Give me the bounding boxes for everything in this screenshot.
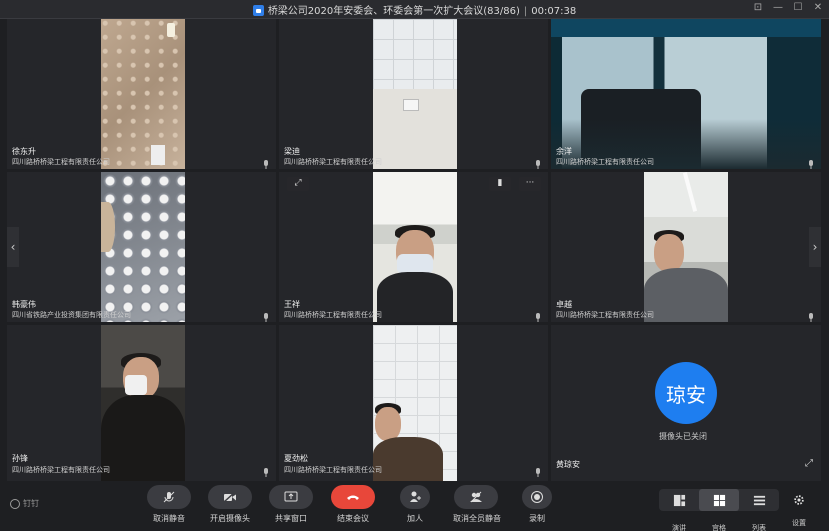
- speaker-layout-icon: [673, 494, 685, 506]
- share-window-button[interactable]: 共享窗口: [268, 485, 314, 524]
- mic-icon: [262, 308, 270, 322]
- participant-org: 四川路桥桥梁工程有限责任公司: [284, 466, 382, 474]
- expand-icon[interactable]: ⤢: [287, 177, 309, 191]
- participant-video: [101, 19, 185, 169]
- mic-icon: [534, 308, 542, 322]
- title-bar: 桥梁公司2020年安委会、环委会第一次扩大会议(83/86) | 00:07:38 …: [0, 0, 829, 19]
- participant-video: [551, 19, 821, 169]
- mic-muted-icon: [147, 485, 191, 509]
- grid-layout-label: 宫格: [712, 524, 726, 531]
- mic-icon: [807, 155, 815, 169]
- unmute-label: 取消静音: [153, 514, 185, 523]
- participant-name: 韩豪伟: [12, 300, 36, 309]
- participant-tile[interactable]: 徐东升 四川路桥桥梁工程有限责任公司: [7, 19, 276, 169]
- mic-icon: [534, 155, 542, 169]
- meeting-title-text: 桥梁公司2020年安委会、环委会第一次扩大会议(83/86): [267, 6, 520, 17]
- app-logo-text: 钉钉: [23, 499, 39, 508]
- mic-icon: [534, 463, 542, 477]
- add-people-button[interactable]: 加人: [392, 485, 438, 524]
- speaker-layout-label: 演讲: [672, 524, 686, 531]
- settings-label: 设置: [792, 519, 806, 527]
- meeting-toolbar: 钉钉 取消静音 开启摄像头 共享窗口 结束会议 加人 取消全员静音 录制 演讲 …: [0, 481, 829, 531]
- speaker-layout-button[interactable]: [659, 489, 699, 511]
- participant-org: 四川路桥桥梁工程有限责任公司: [12, 466, 110, 474]
- start-camera-label: 开启摄像头: [210, 514, 250, 523]
- window-controls: ⊡ — ☐ ✕: [753, 2, 823, 13]
- add-people-label: 加人: [407, 514, 423, 523]
- participant-name: 黄琼安: [556, 460, 580, 469]
- list-layout-button[interactable]: [739, 489, 779, 511]
- participant-tile[interactable]: 梁迪 四川路桥桥梁工程有限责任公司: [279, 19, 548, 169]
- participant-tile[interactable]: 卓越 四川路桥桥梁工程有限责任公司: [551, 172, 821, 322]
- camera-off-status: 摄像头已关闭: [659, 432, 707, 441]
- end-meeting-label: 结束会议: [337, 514, 369, 523]
- list-layout-label: 列表: [752, 524, 766, 531]
- participant-name: 余洋: [556, 147, 572, 156]
- mic-icon[interactable]: ▮: [489, 177, 511, 191]
- dingtalk-logo-icon: [10, 498, 20, 509]
- more-icon[interactable]: ···: [519, 177, 541, 191]
- participant-org: 四川路桥桥梁工程有限责任公司: [284, 158, 382, 166]
- mute-all-icon: [454, 485, 498, 509]
- lock-icon: [252, 5, 264, 16]
- mic-icon: [262, 155, 270, 169]
- participant-name: 卓越: [556, 300, 572, 309]
- share-window-label: 共享窗口: [275, 514, 307, 523]
- participant-video: [373, 19, 457, 169]
- unmute-all-label: 取消全员静音: [453, 514, 501, 523]
- close-icon[interactable]: ✕: [813, 2, 823, 13]
- participant-tile[interactable]: 余洋 四川路桥桥梁工程有限责任公司: [551, 19, 821, 169]
- participant-name: 王祥: [284, 300, 300, 309]
- participant-video: [373, 325, 457, 481]
- camera-off-icon: [208, 485, 252, 509]
- participant-org: 四川路桥桥梁工程有限责任公司: [12, 158, 110, 166]
- participant-name: 梁迪: [284, 147, 300, 156]
- mic-icon: [262, 463, 270, 477]
- participant-tile[interactable]: 夏劲松 四川路桥桥梁工程有限责任公司: [279, 325, 548, 481]
- unmute-all-button[interactable]: 取消全员静音: [453, 485, 501, 524]
- participant-org: 四川省铁路产业投资集团有限责任公司: [12, 311, 131, 319]
- hang-up-icon: [331, 485, 375, 509]
- participant-video: [101, 325, 185, 481]
- participant-org: 四川路桥桥梁工程有限责任公司: [556, 311, 654, 319]
- meeting-title: 桥梁公司2020年安委会、环委会第一次扩大会议(83/86) | 00:07:38: [0, 2, 829, 17]
- meeting-timer: 00:07:38: [531, 6, 577, 17]
- participant-name: 徐东升: [12, 147, 36, 156]
- participant-org: 四川路桥桥梁工程有限责任公司: [284, 311, 382, 319]
- grid-layout-button[interactable]: [699, 489, 739, 511]
- participant-tile[interactable]: 孙锋 四川路桥桥梁工程有限责任公司: [7, 325, 276, 481]
- participant-video: [644, 172, 728, 322]
- participant-video: [101, 172, 185, 322]
- share-screen-icon: [269, 485, 313, 509]
- participant-video: [373, 172, 457, 322]
- add-person-icon: [400, 485, 430, 509]
- layout-switcher: 演讲 宫格 列表: [659, 489, 779, 531]
- record-label: 录制: [529, 514, 545, 523]
- unmute-button[interactable]: 取消静音: [146, 485, 192, 524]
- participant-tile[interactable]: 琼安 摄像头已关闭 黄琼安 ⤢: [551, 325, 821, 481]
- participant-name: 夏劲松: [284, 454, 308, 463]
- settings-button[interactable]: 设置: [792, 491, 806, 528]
- participant-org: 四川路桥桥梁工程有限责任公司: [556, 158, 654, 166]
- participant-name: 孙锋: [12, 454, 28, 463]
- next-page-arrow[interactable]: ›: [809, 227, 821, 267]
- app-logo: 钉钉: [10, 498, 39, 509]
- participant-tile[interactable]: 韩豪伟 四川省铁路产业投资集团有限责任公司: [7, 172, 276, 322]
- list-layout-icon: [753, 495, 765, 505]
- participant-tile[interactable]: ⤢ ▮ ··· 王祥 四川路桥桥梁工程有限责任公司: [279, 172, 548, 322]
- participant-avatar: 琼安: [655, 362, 717, 424]
- record-button[interactable]: 录制: [514, 485, 560, 524]
- record-icon: [522, 485, 552, 509]
- mic-icon: [807, 308, 815, 322]
- video-grid: 徐东升 四川路桥桥梁工程有限责任公司 梁迪 四川路桥桥梁工程有限责任公司 余洋 …: [7, 19, 821, 481]
- fullscreen-icon[interactable]: ⤢: [805, 459, 815, 469]
- gear-icon: [794, 495, 804, 505]
- grid-layout-icon: [713, 494, 725, 506]
- start-camera-button[interactable]: 开启摄像头: [207, 485, 253, 524]
- end-meeting-button[interactable]: 结束会议: [330, 485, 376, 524]
- prev-page-arrow[interactable]: ‹: [7, 227, 19, 267]
- pin-icon[interactable]: ⊡: [753, 2, 763, 13]
- maximize-icon[interactable]: ☐: [793, 2, 803, 13]
- minimize-icon[interactable]: —: [773, 2, 783, 13]
